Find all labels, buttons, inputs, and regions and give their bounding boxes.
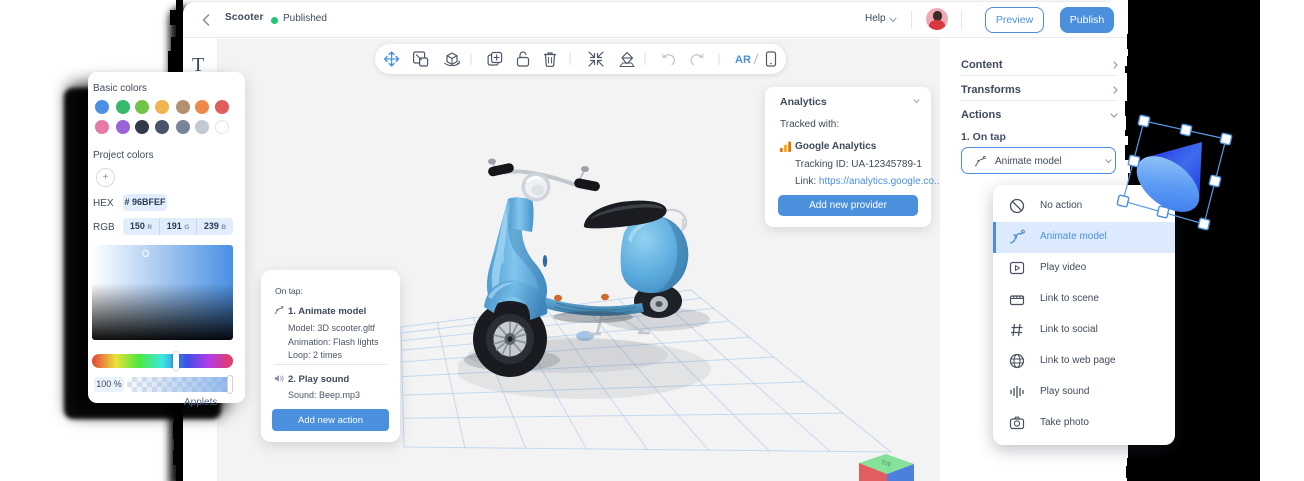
svg-text:AR: AR <box>735 54 751 66</box>
